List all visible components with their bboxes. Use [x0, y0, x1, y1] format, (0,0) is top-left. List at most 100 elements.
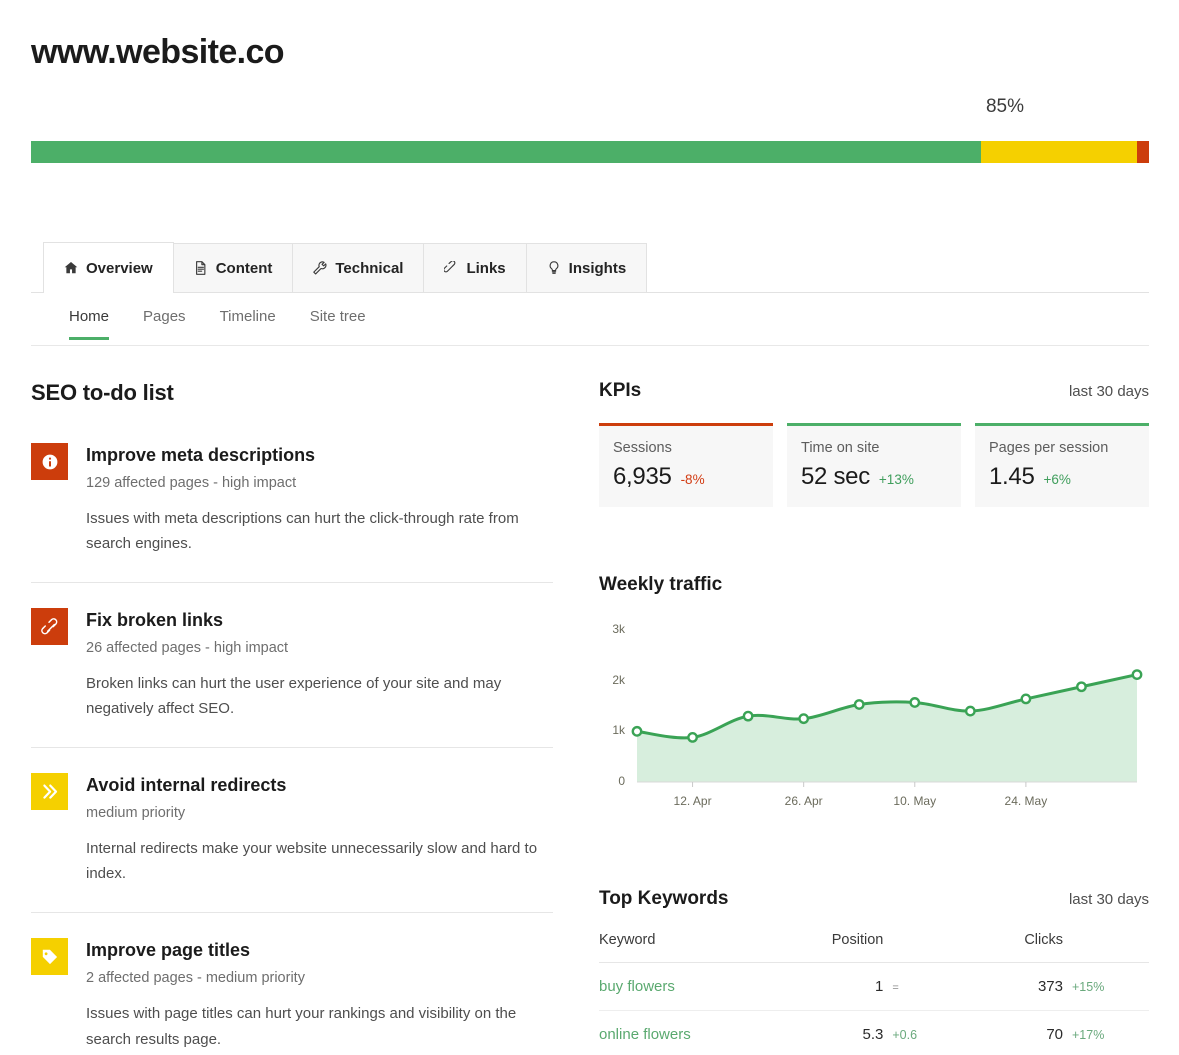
site-health-bar — [31, 141, 1149, 163]
todo-item[interactable]: Avoid internal redirects medium priority I… — [31, 773, 553, 914]
top-keywords-title: Top Keywords — [599, 888, 729, 909]
todo-item-title[interactable]: Improve meta descriptions — [86, 444, 553, 467]
todo-panel-title: SEO to-do list — [31, 380, 174, 405]
weekly-traffic-block: Weekly traffic 0 1k 2k 3k 12. Apr 26. Apr 10. … — [599, 574, 1149, 826]
kpi-value: 1.45 — [989, 463, 1035, 490]
chart-data-point[interactable] — [909, 697, 921, 708]
subnav-item-pages[interactable]: Pages — [126, 308, 203, 339]
subnav-item-home[interactable]: Home — [31, 308, 126, 340]
tab-insights[interactable]: Insights — [525, 243, 648, 292]
todo-item-title[interactable]: Fix broken links — [86, 609, 553, 632]
position-cell: 1 = — [757, 962, 934, 1011]
metrics-panel: KPIs last 30 days Sessions 6,935 -8% Time o… — [599, 380, 1149, 1055]
table-row[interactable]: buy flowers 1 = 373 +15% — [599, 962, 1149, 1011]
kpi-card-pages-per-session[interactable]: Pages per session 1.45 +6% — [975, 423, 1149, 507]
todo-item-description: Issues with page titles can hurt your ra… — [86, 1004, 517, 1048]
chart-x-tick-label: 24. May — [1004, 794, 1048, 808]
chart-data-point[interactable] — [1020, 693, 1032, 705]
position-delta: = — [892, 982, 899, 994]
chart-y-tick-label: 2k — [612, 672, 625, 687]
keyword-cell: buy flowers — [599, 962, 758, 1011]
chart-x-tick-label: 12. Apr — [673, 794, 712, 808]
seo-dashboard-page: www.website.co 85% Overview Content Techni… — [0, 0, 1179, 1055]
todo-item[interactable]: Improve meta descriptions 129 affected pa… — [31, 443, 553, 584]
tab-label: Links — [466, 259, 506, 277]
top-keywords-block: Top Keywords last 30 days Keyword Positio… — [599, 888, 1149, 1055]
column-header-clicks[interactable]: Clicks — [933, 932, 1149, 963]
todo-item-meta: 129 affected pages - high impact — [86, 474, 297, 491]
chart-data-point[interactable] — [1076, 681, 1087, 693]
kpis-date-range: last 30 days — [1068, 383, 1149, 400]
primary-tabs: Overview Content Technical Links Insights — [31, 242, 1149, 293]
chart-data-point[interactable] — [631, 725, 643, 737]
chart-y-tick-label: 1k — [612, 723, 625, 738]
tab-links[interactable]: Links — [423, 243, 527, 292]
kpi-value-row: 52 sec +13% — [801, 463, 947, 491]
kpi-label: Pages per session — [989, 440, 1109, 456]
chart-data-point[interactable] — [798, 713, 810, 725]
keyword-link[interactable]: online flowers — [599, 1026, 691, 1043]
todo-item-body: Improve meta descriptions 129 affected pa… — [86, 443, 553, 557]
weekly-traffic-chart: 0 1k 2k 3k 12. Apr 26. Apr 10. May 24. May — [599, 616, 1149, 826]
clicks-delta: +15% — [1072, 980, 1105, 994]
broken-link-icon — [31, 608, 68, 646]
page-title: www.website.co — [31, 33, 285, 71]
sub-navigation: Home Pages Timeline Site tree — [31, 294, 1149, 346]
top-keywords-header: Top Keywords last 30 days — [599, 888, 1149, 910]
kpi-delta: -8% — [680, 472, 705, 487]
clicks-value: 70 +17% — [1046, 1026, 1105, 1043]
column-header-position[interactable]: Position — [757, 932, 934, 963]
column-header-keyword[interactable]: Keyword — [599, 932, 758, 963]
subnav-item-site-tree[interactable]: Site tree — [293, 308, 383, 339]
todo-item-description: Issues with meta descriptions can hurt t… — [86, 509, 519, 553]
chart-data-point[interactable] — [742, 710, 754, 722]
kpi-value-row: 1.45 +6% — [989, 463, 1135, 491]
home-icon — [64, 261, 78, 276]
kpi-card-row: Sessions 6,935 -8% Time on site 52 sec +13% Pa… — [599, 423, 1149, 507]
health-bar-segment-critical — [1136, 141, 1149, 163]
link-icon — [444, 261, 458, 276]
kpi-value-row: 6,935 -8% — [613, 463, 759, 491]
info-icon — [31, 443, 68, 480]
table-row[interactable]: online flowers 5.3 +0.6 70 +17% — [599, 1010, 1149, 1055]
chart-data-point[interactable] — [964, 705, 976, 717]
kpi-card-sessions[interactable]: Sessions 6,935 -8% — [599, 423, 773, 507]
todo-panel: SEO to-do list Improve meta descriptions… — [31, 380, 553, 1055]
todo-item-title[interactable]: Improve page titles — [86, 939, 553, 962]
tab-label: Insights — [568, 259, 627, 277]
chart-y-tick-label: 3k — [612, 622, 625, 636]
chart-data-point[interactable] — [687, 732, 698, 743]
chart-data-point[interactable] — [1131, 669, 1143, 680]
todo-item[interactable]: Improve page titles 2 affected pages - me… — [31, 938, 553, 1055]
kpis-title: KPIs — [599, 380, 642, 401]
health-bar-segment-warning — [981, 141, 1137, 163]
kpi-delta: +6% — [1043, 472, 1071, 487]
kpi-label: Sessions — [613, 440, 672, 456]
double-chevron-icon — [31, 773, 68, 811]
document-icon — [194, 261, 208, 276]
tab-content[interactable]: Content — [172, 243, 294, 292]
health-bar-segment-good — [31, 141, 982, 163]
tab-technical[interactable]: Technical — [292, 243, 425, 292]
kpi-label: Time on site — [801, 440, 880, 456]
todo-item-title[interactable]: Avoid internal redirects — [86, 774, 553, 797]
todo-item-meta: 26 affected pages - high impact — [86, 639, 289, 656]
tag-icon — [31, 938, 68, 976]
clicks-delta: +17% — [1072, 1028, 1105, 1042]
clicks-cell: 70 +17% — [933, 1010, 1149, 1055]
kpi-card-time-on-site[interactable]: Time on site 52 sec +13% — [787, 423, 961, 507]
keyword-link[interactable]: buy flowers — [599, 978, 675, 995]
keywords-table-header-row: Keyword Position Clicks — [599, 932, 1149, 963]
keywords-table-body: buy flowers 1 = 373 +15% online flowers 5.3 +0.… — [599, 962, 1149, 1055]
chart-data-point[interactable] — [853, 699, 865, 710]
kpi-value: 6,935 — [613, 463, 672, 490]
todo-item[interactable]: Fix broken links 26 affected pages - high… — [31, 608, 553, 749]
todo-item-body: Avoid internal redirects medium priority I… — [86, 773, 553, 887]
position-value: 5.3 +0.6 — [862, 1026, 918, 1043]
tab-overview[interactable]: Overview — [43, 242, 174, 293]
top-keywords-date-range: last 30 days — [1068, 891, 1149, 908]
todo-item-body: Improve page titles 2 affected pages - me… — [86, 938, 553, 1052]
position-value: 1 = — [875, 978, 899, 995]
tab-label: Technical — [335, 259, 404, 277]
subnav-item-timeline[interactable]: Timeline — [203, 308, 293, 339]
